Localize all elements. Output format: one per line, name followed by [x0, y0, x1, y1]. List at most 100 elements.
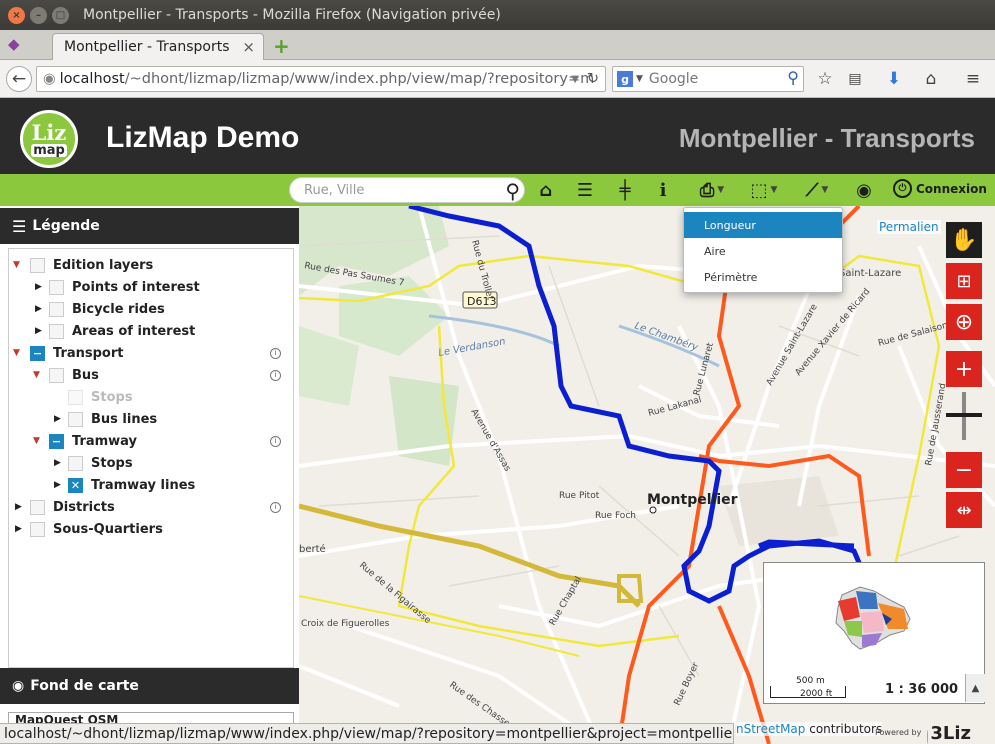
- layer-row[interactable]: ▶ Areas of interest: [9, 320, 293, 342]
- layer-row[interactable]: ▶ Bus lines: [9, 408, 293, 430]
- menu-icon[interactable]: ≡: [963, 66, 983, 92]
- browser-tab[interactable]: Montpellier - Transports ×: [52, 33, 264, 60]
- info-icon[interactable]: i: [654, 178, 672, 202]
- layer-checkbox[interactable]: −: [30, 345, 45, 361]
- overview-toggle-icon[interactable]: ▲: [965, 674, 985, 702]
- search-icon[interactable]: ⚲: [787, 68, 799, 87]
- measure-area-item[interactable]: Aire: [684, 238, 842, 264]
- layer-row[interactable]: ▶ Districts i: [9, 496, 293, 518]
- layer-row[interactable]: ▶ Stops: [9, 452, 293, 474]
- layer-row[interactable]: ▶ Bicycle rides: [9, 298, 293, 320]
- osm-link[interactable]: nStreetMap: [736, 722, 805, 736]
- reading-list-icon[interactable]: ▤: [845, 66, 865, 92]
- expand-icon[interactable]: ▶: [35, 326, 42, 336]
- close-tab-icon[interactable]: ×: [242, 38, 255, 56]
- collapse-icon[interactable]: ▼: [13, 260, 20, 270]
- site-identity-icon[interactable]: ◉: [43, 71, 56, 87]
- measure-perimeter-item[interactable]: Périmètre: [684, 264, 842, 290]
- tab-label: Montpellier - Transports: [64, 39, 230, 55]
- layer-checkbox[interactable]: [68, 455, 83, 471]
- zoom-slider-handle[interactable]: [946, 413, 982, 417]
- collapse-icon[interactable]: ▼: [33, 436, 40, 446]
- bookmark-star-icon[interactable]: ☆: [815, 66, 835, 92]
- info-icon[interactable]: i: [270, 435, 281, 447]
- maximize-window-icon[interactable]: □: [52, 6, 69, 24]
- layer-checkbox[interactable]: [30, 521, 45, 537]
- layer-checkbox: [68, 389, 83, 405]
- layer-checkbox[interactable]: [49, 367, 64, 383]
- layer-row[interactable]: ▶ Points of interest: [9, 276, 293, 298]
- geolocate-icon[interactable]: ◉: [853, 178, 875, 202]
- expand-icon[interactable]: ▶: [35, 304, 42, 314]
- powered-by-label: Powered by: [875, 728, 922, 737]
- zoom-in-icon[interactable]: +: [946, 351, 982, 387]
- permalink-link[interactable]: Permalien: [877, 220, 941, 234]
- lizmap-logo[interactable]: Liz map: [20, 110, 78, 168]
- 3liz-logo[interactable]: 3Liz: [927, 712, 971, 744]
- layer-label: Bus lines: [91, 411, 158, 427]
- layer-row[interactable]: ▼ − Tramway i: [9, 430, 293, 452]
- street-label: Rue Foch: [595, 511, 636, 521]
- url-dropdown-icon[interactable]: ▼: [571, 74, 579, 85]
- zoom-out-icon[interactable]: −: [946, 452, 982, 488]
- app-header: Liz map LizMap Demo Montpellier - Transp…: [0, 99, 995, 174]
- info-icon[interactable]: i: [270, 501, 281, 513]
- scale-feet: 2000 ft: [800, 689, 833, 699]
- google-icon[interactable]: g: [617, 71, 633, 87]
- layer-row[interactable]: ▶ Sous-Quartiers: [9, 518, 293, 540]
- search-engine-dropdown-icon[interactable]: ▼: [636, 74, 643, 84]
- layer-row[interactable]: ▼ Bus i: [9, 364, 293, 386]
- home-browser-icon[interactable]: ⌂: [921, 66, 941, 92]
- expand-icon[interactable]: ▶: [15, 524, 22, 534]
- search-icon[interactable]: ⚲: [505, 179, 520, 203]
- history-nav-icon[interactable]: ⇹: [946, 492, 982, 528]
- minimize-window-icon[interactable]: –: [30, 6, 47, 24]
- layer-checkbox[interactable]: [68, 411, 83, 427]
- expand-icon[interactable]: ▶: [15, 502, 22, 512]
- connexion-button[interactable]: ⏻ Connexion: [893, 179, 987, 198]
- reload-icon[interactable]: ↻: [587, 71, 599, 87]
- edit-icon[interactable]: ╪: [614, 178, 636, 202]
- layer-row[interactable]: ▶ ✕ Tramway lines: [9, 474, 293, 496]
- back-icon[interactable]: ←: [6, 66, 32, 92]
- basemap-header[interactable]: ◉ Fond de carte: [0, 668, 299, 704]
- url-bar[interactable]: ◉ localhost/~dhont/lizmap/lizmap/www/ind…: [36, 66, 606, 92]
- expand-icon[interactable]: ▶: [54, 458, 61, 468]
- layer-checkbox[interactable]: [49, 323, 64, 339]
- pan-hand-icon[interactable]: ✋: [946, 222, 982, 258]
- expand-icon[interactable]: ▶: [54, 414, 61, 424]
- expand-icon[interactable]: ▶: [54, 480, 61, 490]
- layer-checkbox[interactable]: [30, 499, 45, 515]
- address-search-input[interactable]: Rue, Ville ⚲: [289, 177, 525, 203]
- collapse-icon[interactable]: ▼: [33, 370, 40, 380]
- layer-checkbox[interactable]: [49, 279, 64, 295]
- info-icon[interactable]: i: [270, 369, 281, 381]
- downloads-icon[interactable]: ⬇: [884, 66, 904, 92]
- overview-district: [860, 611, 884, 633]
- layer-checkbox[interactable]: [30, 257, 45, 273]
- window-title: Montpellier - Transports - Mozilla Firef…: [83, 7, 501, 23]
- print-icon[interactable]: ⎙ ▼: [694, 178, 730, 202]
- new-tab-icon[interactable]: +: [273, 34, 290, 58]
- web-search-box[interactable]: g ▼ Google ⚲: [612, 66, 804, 92]
- layer-checkbox[interactable]: [49, 301, 64, 317]
- measure-icon[interactable]: ⟋ ▼: [799, 178, 835, 202]
- layer-row[interactable]: ▼ Edition layers: [9, 254, 293, 276]
- zoom-to-extent-icon[interactable]: ⊕: [946, 304, 982, 340]
- layer-label: Edition layers: [53, 257, 154, 273]
- list-icon[interactable]: ☰: [574, 178, 596, 202]
- measure-dropdown-menu: Longueur Aire Périmètre: [683, 207, 843, 293]
- layer-checkbox[interactable]: −: [49, 433, 64, 449]
- home-icon[interactable]: ⌂: [535, 178, 557, 202]
- close-window-icon[interactable]: ×: [8, 6, 25, 24]
- measure-length-item[interactable]: Longueur: [684, 212, 842, 238]
- layer-row[interactable]: ▼ − Transport i: [9, 342, 293, 364]
- collapse-icon[interactable]: ▼: [13, 348, 20, 358]
- legend-header[interactable]: ☰ Légende: [0, 208, 299, 244]
- info-icon[interactable]: i: [270, 347, 281, 359]
- zoom-box-icon[interactable]: ⊞: [946, 263, 982, 299]
- expand-icon[interactable]: ▶: [35, 282, 42, 292]
- layer-checkbox[interactable]: ✕: [68, 477, 83, 493]
- layer-label: Bus: [72, 367, 99, 383]
- selection-icon[interactable]: ⬚ ▼: [746, 178, 782, 202]
